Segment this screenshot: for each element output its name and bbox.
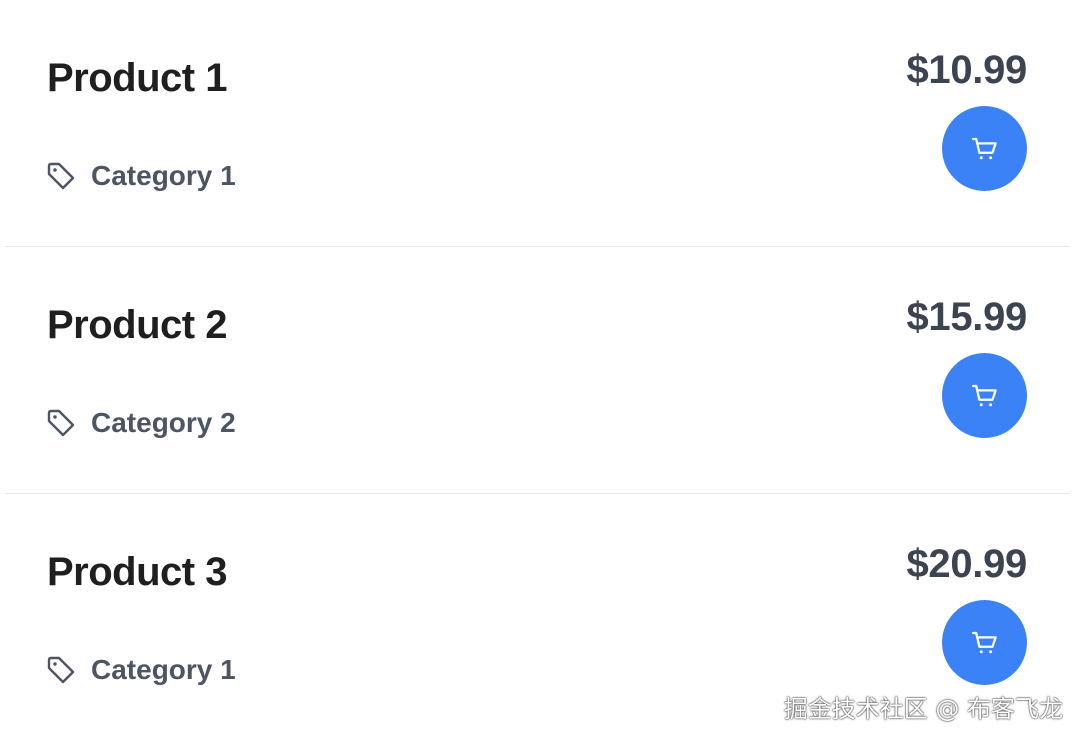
shopping-cart-icon	[970, 381, 1000, 411]
product-price: $15.99	[906, 295, 1027, 339]
product-row: Product 2 Category 2 $15.99	[5, 247, 1069, 494]
product-category: Category 2	[45, 407, 236, 439]
product-category: Category 1	[45, 160, 236, 192]
product-name: Product 1	[47, 56, 227, 100]
watermark: 掘金技术社区 @ 布客飞龙	[783, 695, 1063, 723]
add-to-cart-button[interactable]	[942, 353, 1027, 438]
tag-icon	[45, 407, 77, 439]
category-label: Category 1	[91, 654, 236, 685]
product-price: $20.99	[906, 542, 1027, 586]
product-name: Product 3	[47, 550, 227, 594]
category-label: Category 1	[91, 160, 236, 191]
tag-icon	[45, 160, 77, 192]
product-list: Product 1 Category 1 $10.99 Product 2 Ca…	[5, 0, 1069, 741]
add-to-cart-button[interactable]	[942, 600, 1027, 685]
tag-icon	[45, 654, 77, 686]
product-row: Product 1 Category 1 $10.99	[5, 0, 1069, 247]
shopping-cart-icon	[970, 628, 1000, 658]
add-to-cart-button[interactable]	[942, 106, 1027, 191]
product-name: Product 2	[47, 303, 227, 347]
category-label: Category 2	[91, 407, 236, 438]
shopping-cart-icon	[970, 134, 1000, 164]
product-category: Category 1	[45, 654, 236, 686]
product-price: $10.99	[906, 48, 1027, 92]
